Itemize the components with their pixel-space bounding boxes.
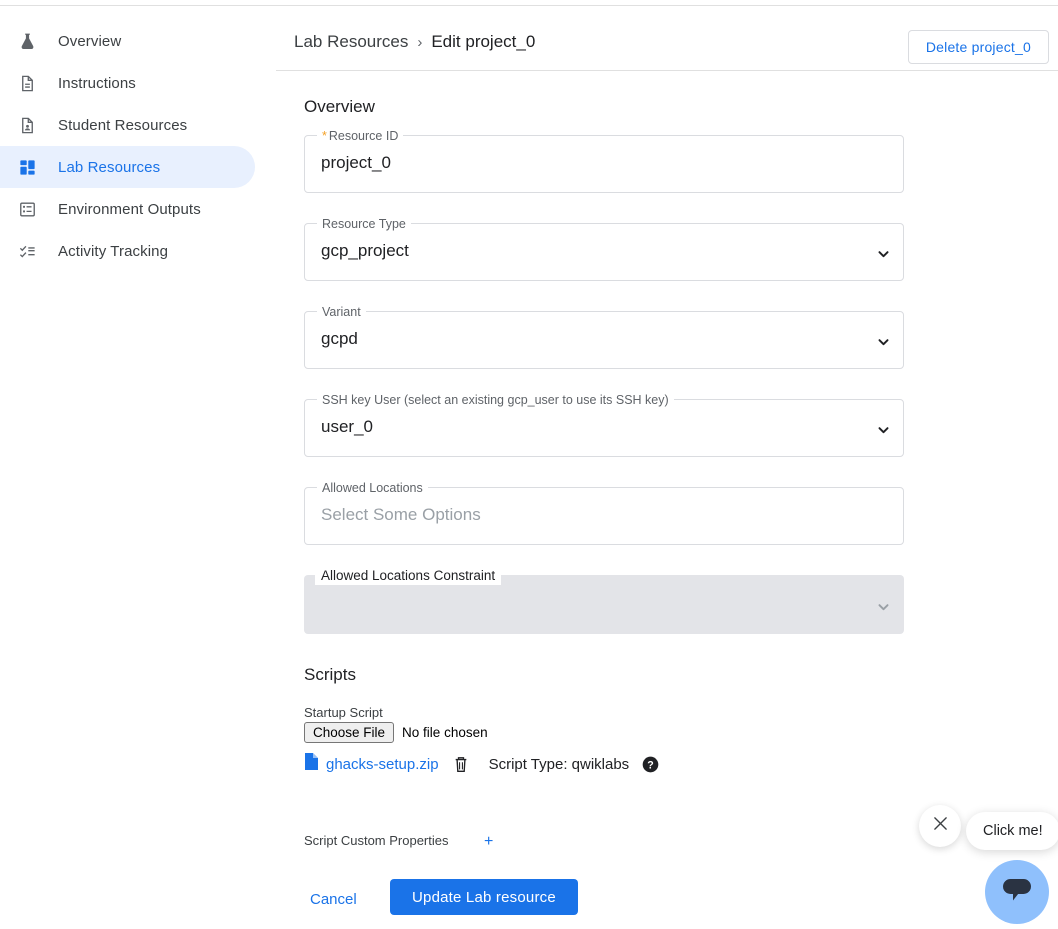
field-resource-type: Resource Type gcp_project	[304, 216, 904, 281]
dashboard-grid-icon	[14, 154, 40, 180]
field-allowed-locations: Allowed Locations Select Some Options	[304, 480, 904, 545]
no-file-chosen-text: No file chosen	[402, 725, 488, 740]
sidebar-item-lab-resources[interactable]: Lab Resources	[0, 146, 255, 188]
sidebar-item-instructions[interactable]: Instructions	[0, 62, 276, 104]
checklist-icon	[14, 238, 40, 264]
startup-script-file-input[interactable]: Choose File No file chosen	[304, 722, 488, 743]
resource-type-select[interactable]: Resource Type gcp_project	[304, 216, 904, 281]
scripts-section-heading: Scripts	[304, 665, 356, 684]
field-variant: Variant gcpd	[304, 304, 904, 369]
svg-text:?: ?	[647, 759, 653, 771]
flask-icon	[14, 28, 40, 54]
chevron-right-icon: ›	[417, 33, 423, 51]
chat-launcher-button[interactable]	[985, 860, 1049, 924]
sidebar-item-overview[interactable]: Overview	[0, 20, 276, 62]
list-box-icon	[14, 196, 40, 222]
label-text: Resource ID	[328, 129, 399, 143]
required-asterisk-icon: *	[322, 129, 327, 143]
chat-close-button[interactable]	[919, 805, 961, 847]
choose-file-button[interactable]: Choose File	[304, 722, 395, 743]
delete-resource-button[interactable]: Delete project_0	[907, 30, 1049, 64]
document-icon	[14, 70, 40, 96]
sidebar: Overview Instructions Student Resources …	[0, 6, 276, 929]
resource-id-value: project_0	[321, 153, 391, 172]
field-ssh-key-user: SSH key User (select an existing gcp_use…	[304, 392, 904, 457]
resource-type-label: Resource Type	[317, 216, 411, 232]
variant-select[interactable]: Variant gcpd	[304, 304, 904, 369]
breadcrumb-root-link[interactable]: Lab Resources	[294, 32, 408, 52]
sidebar-item-label: Overview	[58, 32, 122, 50]
sidebar-item-student-resources[interactable]: Student Resources	[0, 104, 276, 146]
sidebar-item-label: Activity Tracking	[58, 242, 169, 260]
resource-id-label: * Resource ID	[317, 128, 404, 144]
resource-id-input[interactable]: * Resource ID project_0	[304, 128, 904, 193]
ssh-key-user-label: SSH key User (select an existing gcp_use…	[317, 392, 674, 408]
cancel-button[interactable]: Cancel	[298, 883, 369, 916]
add-script-custom-property-button[interactable]: +	[484, 834, 493, 850]
app-root: Overview Instructions Student Resources …	[0, 0, 1058, 929]
variant-label: Variant	[317, 304, 366, 320]
sidebar-item-environment-outputs[interactable]: Environment Outputs	[0, 188, 276, 230]
sidebar-item-activity-tracking[interactable]: Activity Tracking	[0, 230, 276, 272]
document-person-icon	[14, 112, 40, 138]
attached-script-row: ghacks-setup.zip Script Type: qwiklabs ?	[304, 753, 659, 775]
main-content: Overview * Resource ID project_0 Resource…	[276, 71, 1058, 929]
chat-tooltip[interactable]: Click me!	[966, 812, 1058, 850]
sidebar-item-label: Student Resources	[58, 116, 188, 134]
sidebar-item-label: Environment Outputs	[58, 200, 201, 218]
breadcrumb: Lab Resources › Edit project_0	[294, 32, 535, 52]
allowed-locations-label: Allowed Locations	[317, 480, 428, 496]
field-allowed-locations-constraint: Allowed Locations Constraint	[304, 567, 904, 634]
sidebar-item-label: Lab Resources	[58, 158, 161, 176]
sidebar-item-label: Instructions	[58, 74, 136, 92]
update-lab-resource-button[interactable]: Update Lab resource	[390, 879, 578, 915]
close-icon	[933, 816, 948, 836]
file-icon	[304, 753, 318, 775]
page-header: Lab Resources › Edit project_0 Delete pr…	[276, 6, 1058, 71]
allowed-locations-constraint-select[interactable]: Allowed Locations Constraint	[304, 567, 904, 634]
ssh-key-user-select[interactable]: SSH key User (select an existing gcp_use…	[304, 392, 904, 457]
allowed-locations-constraint-label: Allowed Locations Constraint	[315, 567, 502, 585]
resource-type-value: gcp_project	[321, 241, 409, 260]
delete-file-icon[interactable]	[453, 755, 469, 773]
page-title: Edit project_0	[431, 32, 536, 51]
help-icon[interactable]: ?	[642, 756, 659, 773]
allowed-locations-multiselect[interactable]: Allowed Locations Select Some Options	[304, 480, 904, 545]
field-resource-id: * Resource ID project_0	[304, 128, 904, 193]
script-custom-properties-label: Script Custom Properties	[304, 833, 449, 848]
script-type-text: Script Type: qwiklabs	[488, 755, 630, 773]
allowed-locations-placeholder: Select Some Options	[321, 505, 481, 524]
startup-script-label: Startup Script	[304, 705, 383, 720]
attached-file-link[interactable]: ghacks-setup.zip	[326, 756, 439, 773]
variant-value: gcpd	[321, 329, 358, 348]
ssh-key-user-value: user_0	[321, 417, 373, 436]
chat-bubble-icon	[1000, 875, 1034, 910]
overview-section-heading: Overview	[304, 97, 375, 116]
